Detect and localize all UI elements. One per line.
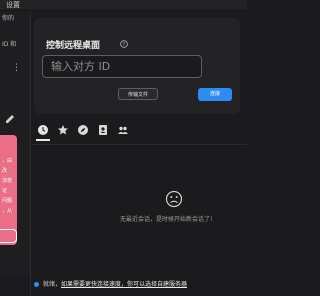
tab-recent[interactable] <box>37 124 49 136</box>
card-text: 证 <box>2 188 8 194</box>
tab-favorites[interactable] <box>57 124 69 136</box>
star-icon <box>58 125 68 135</box>
more-options-icon[interactable]: ⋮ <box>12 63 21 73</box>
session-tabs <box>32 122 247 141</box>
clock-icon <box>38 125 48 135</box>
group-icon <box>118 126 128 134</box>
main-panel: 控制远程桌面 ? 传输文件 连接 <box>32 16 247 296</box>
tabs-divider <box>32 144 247 145</box>
status-text: 就绪，如果需要更快连接速度，你可以选择自建服务器 <box>43 279 187 288</box>
status-indicator-icon <box>34 282 39 287</box>
edit-pencil-icon[interactable] <box>5 114 15 124</box>
sidebar-footer <box>0 276 30 296</box>
sidebar-text: 你的 <box>2 15 15 22</box>
card-action-button[interactable] <box>0 229 17 243</box>
card-text: 问题 <box>2 198 13 204</box>
tab-group[interactable] <box>117 124 129 136</box>
left-sidebar: 你的 ID 和 ⋮ ，由 改 法校 证 问题 ，从 <box>0 11 31 296</box>
title-bar: 设置 <box>0 0 247 11</box>
remote-id-input[interactable] <box>42 55 202 78</box>
window-title: 设置 <box>6 1 20 9</box>
transfer-file-button[interactable]: 传输文件 <box>118 88 158 100</box>
remote-control-title: 控制远程桌面 <box>46 41 101 51</box>
self-host-server-link[interactable]: 如果需要更快连接速度，你可以选择自建服务器 <box>61 281 187 288</box>
status-prefix: 就绪， <box>43 281 62 288</box>
help-icon[interactable]: ? <box>120 40 128 48</box>
active-tab-indicator <box>36 139 50 141</box>
card-text: ，从 <box>2 208 13 214</box>
remote-control-card: 控制远程桌面 ? 传输文件 连接 <box>34 18 240 114</box>
card-text: 改 <box>2 168 8 174</box>
compass-icon <box>78 125 88 135</box>
card-text: 法校 <box>2 178 13 184</box>
card-text: ，由 <box>2 158 13 164</box>
sad-face-icon <box>165 190 183 208</box>
empty-state-text: 无最近会话，是时候开始新会话了! <box>120 216 213 223</box>
sidebar-text: ID 和 <box>2 41 17 48</box>
warning-card: ，由 改 法校 证 问题 ，从 <box>0 135 17 245</box>
contact-book-icon <box>99 125 107 135</box>
status-bar: 就绪，如果需要更快连接速度，你可以选择自建服务器 <box>32 276 247 296</box>
tab-address-book[interactable] <box>97 124 109 136</box>
svg-text:?: ? <box>123 42 126 48</box>
tab-discovered[interactable] <box>77 124 89 136</box>
connect-button[interactable]: 连接 <box>198 88 232 101</box>
